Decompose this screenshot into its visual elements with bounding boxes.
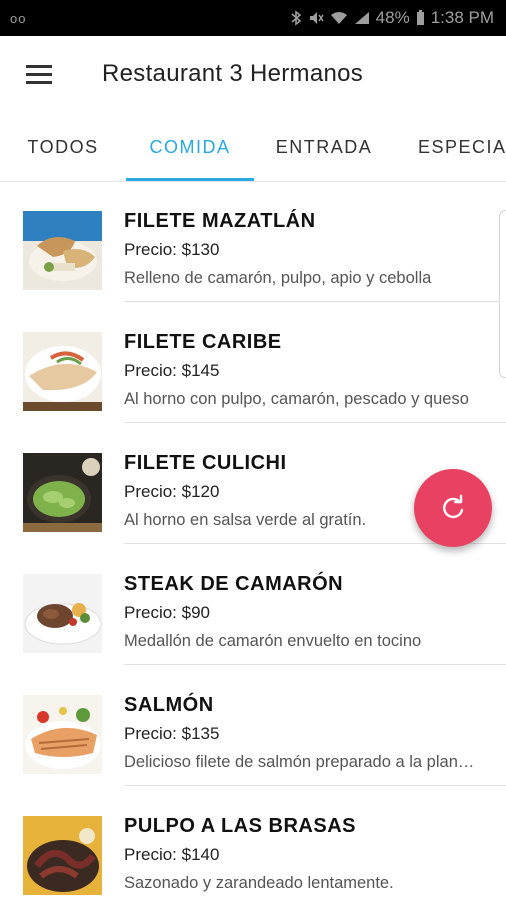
dish-description: Medallón de camarón envuelto en tocino <box>124 632 422 650</box>
tab-todos[interactable]: TODOS <box>0 112 126 181</box>
tab-entrada[interactable]: ENTRADA <box>254 112 394 181</box>
dish-name: PULPO A LAS BRASAS <box>124 815 356 837</box>
status-time: 1:38 PM <box>430 8 494 27</box>
active-tab-indicator <box>126 178 254 181</box>
dish-price: Precio: $130 <box>124 240 220 259</box>
dish-name: STEAK DE CAMARÓN <box>124 573 344 595</box>
refresh-icon <box>443 494 464 519</box>
hamburger-menu-icon <box>26 65 52 84</box>
menu-button[interactable] <box>0 36 78 112</box>
category-tabs: TODOS COMIDA ENTRADA ESPECIAL <box>0 112 506 182</box>
dish-price: Precio: $120 <box>124 482 220 501</box>
dish-name: FILETE CULICHI <box>124 452 287 474</box>
dish-name: FILETE MAZATLÁN <box>124 210 316 232</box>
dish-name: FILETE CARIBE <box>124 331 282 353</box>
tab-comida[interactable]: COMIDA <box>126 112 254 181</box>
battery-icon <box>416 10 424 25</box>
list-item[interactable]: SALMÓN Precio: $135 Delicioso filete de … <box>0 666 506 786</box>
dish-price: Precio: $140 <box>124 845 220 864</box>
item-divider <box>124 785 506 786</box>
status-notification-icon: oo <box>10 10 27 26</box>
list-item[interactable]: PULPO A LAS BRASAS Precio: $140 Sazonado… <box>0 787 506 900</box>
dish-image <box>23 453 102 532</box>
item-divider <box>124 301 506 302</box>
dish-price: Precio: $135 <box>124 724 220 743</box>
dish-image <box>23 332 102 411</box>
dish-price: Precio: $145 <box>124 361 220 380</box>
dish-image <box>23 574 102 653</box>
app-title: Restaurant 3 Hermanos <box>102 60 364 87</box>
refresh-button[interactable] <box>414 469 492 547</box>
dish-description: Sazonado y zarandeado lentamente. <box>124 874 394 892</box>
list-item[interactable]: FILETE CARIBE Precio: $145 Al horno con … <box>0 303 506 423</box>
dish-image <box>23 816 102 895</box>
dish-name: SALMÓN <box>124 694 214 716</box>
list-item[interactable]: STEAK DE CAMARÓN Precio: $90 Medallón de… <box>0 545 506 665</box>
dish-image <box>23 211 102 290</box>
bluetooth-icon <box>291 10 301 26</box>
item-divider <box>124 664 506 665</box>
battery-percent: 48% <box>375 8 410 27</box>
dish-description: Relleno de camarón, pulpo, apio y ceboll… <box>124 269 432 287</box>
app-bar: Restaurant 3 Hermanos <box>0 36 506 112</box>
tab-especial[interactable]: ESPECIAL <box>404 112 506 181</box>
menu-list: FILETE MAZATLÁN Precio: $130 Relleno de … <box>0 182 506 900</box>
list-item[interactable]: FILETE MAZATLÁN Precio: $130 Relleno de … <box>0 182 506 302</box>
status-bar: oo 48% 1:38 PM <box>0 0 506 36</box>
mute-icon <box>309 12 324 24</box>
dish-price: Precio: $90 <box>124 603 210 622</box>
wifi-icon <box>330 12 347 24</box>
signal-icon <box>354 12 369 24</box>
scroll-edge-indicator <box>499 210 506 378</box>
dish-description: Delicioso filete de salmón preparado a l… <box>124 753 482 771</box>
dish-image <box>23 695 102 774</box>
dish-description: Al horno con pulpo, camarón, pescado y q… <box>124 390 469 408</box>
item-divider <box>124 422 506 423</box>
status-right-group: 48% 1:38 PM <box>290 8 494 28</box>
